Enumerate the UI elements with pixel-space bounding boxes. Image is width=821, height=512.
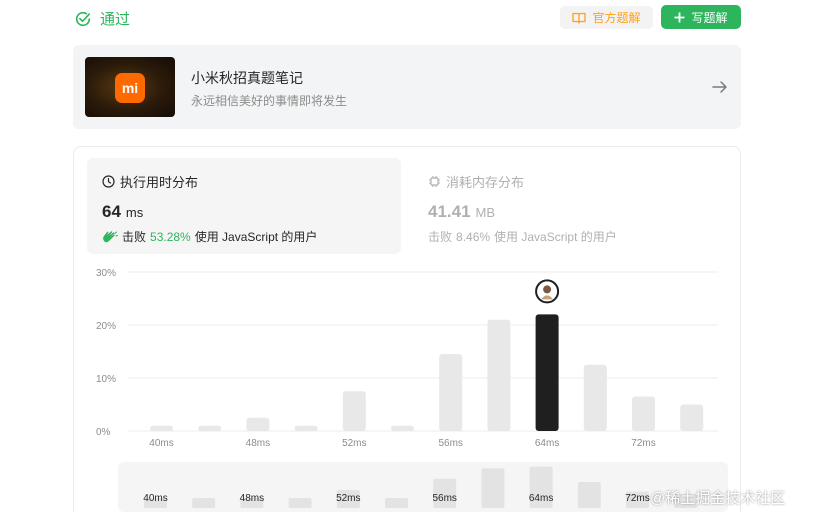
bar[interactable]	[487, 319, 511, 431]
overview-bar	[192, 498, 216, 508]
overview-label: 52ms	[336, 493, 360, 504]
y-tick-label: 30%	[96, 268, 116, 279]
bar[interactable]	[246, 417, 270, 431]
bar[interactable]	[150, 425, 173, 431]
overview-label: 48ms	[240, 493, 264, 504]
bar[interactable]	[680, 404, 704, 432]
bar-current[interactable]	[535, 314, 559, 431]
overview-label: 72ms	[625, 493, 649, 504]
overview-bar	[385, 498, 408, 508]
x-tick-label: 64ms	[535, 438, 559, 449]
overview-bar	[577, 482, 601, 508]
bar[interactable]	[439, 354, 463, 431]
x-tick-label: 40ms	[149, 438, 173, 449]
bar[interactable]	[391, 425, 414, 431]
runtime-distribution-chart: 30% 20% 10% 0% 40ms 48ms 52ms 56ms 64ms 72ms 40ms 4…	[96, 268, 728, 512]
overview-label: 56ms	[432, 493, 456, 504]
overview-label: 40ms	[143, 493, 167, 504]
submission-result-page: 通过 官方题解 写题解 mi 小米秋招真题笔记 永远相信美好的事情即将发生 执行…	[0, 0, 821, 512]
x-tick-label: 56ms	[438, 438, 462, 449]
y-tick-label: 0%	[96, 427, 111, 438]
bar[interactable]	[583, 364, 607, 431]
bar[interactable]	[294, 425, 318, 431]
overview-bar	[288, 498, 312, 508]
y-tick-label: 10%	[96, 374, 116, 385]
overview-label: 64ms	[529, 493, 553, 504]
x-tick-label: 52ms	[342, 438, 366, 449]
y-tick-label: 20%	[96, 321, 116, 332]
bar[interactable]	[198, 425, 222, 431]
x-tick-label: 48ms	[246, 438, 270, 449]
bar[interactable]	[632, 396, 655, 431]
bar[interactable]	[342, 391, 366, 431]
watermark: @稀土掘金技术社区	[650, 490, 786, 507]
avatar-head	[543, 285, 552, 294]
x-tick-label: 72ms	[631, 438, 655, 449]
overview-bar	[481, 468, 505, 508]
